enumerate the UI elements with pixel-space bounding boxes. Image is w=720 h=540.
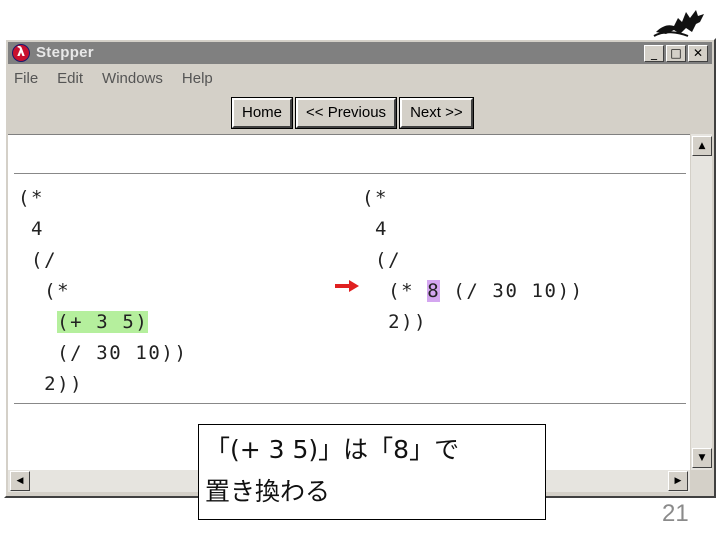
red-right-arrow-icon xyxy=(335,280,359,292)
slide-page-number: 21 xyxy=(662,500,689,527)
scroll-right-icon[interactable]: ▶ xyxy=(668,471,688,491)
next-button[interactable]: Next >> xyxy=(399,97,474,129)
previous-button[interactable]: << Previous xyxy=(295,97,398,129)
before-line-2: 4 xyxy=(18,218,45,240)
top-divider xyxy=(14,173,686,174)
before-line-4: (* xyxy=(18,280,71,302)
after-line-3: (/ xyxy=(362,249,402,271)
caption-line-1: 「(+ 3 5)」は「8」で xyxy=(205,435,460,464)
before-line-7: 2)) xyxy=(18,373,84,395)
scroll-up-icon[interactable]: ▲ xyxy=(692,136,712,156)
minimize-button[interactable]: _ xyxy=(644,45,664,62)
scroll-left-icon[interactable]: ◀ xyxy=(10,471,30,491)
before-line-1: (* xyxy=(18,187,45,209)
dragon-logo-icon xyxy=(653,10,704,37)
window-title: Stepper xyxy=(36,44,94,61)
after-line-2: 4 xyxy=(362,218,389,240)
close-button[interactable]: ✕ xyxy=(688,45,708,62)
vertical-scrollbar[interactable]: ▲ ▼ xyxy=(690,134,712,470)
after-line-1: (* xyxy=(362,187,389,209)
menu-help[interactable]: Help xyxy=(182,70,213,92)
menu-bar: File Edit Windows Help xyxy=(14,70,213,92)
after-line-5: 2)) xyxy=(362,311,428,333)
maximize-button[interactable]: □ xyxy=(666,45,686,62)
after-line-4-suffix: (/ 30 10)) xyxy=(440,280,584,302)
scroll-down-icon[interactable]: ▼ xyxy=(692,448,712,468)
menu-windows[interactable]: Windows xyxy=(102,70,163,92)
home-button[interactable]: Home xyxy=(230,97,294,129)
reducible-highlight: (+ 3 5) xyxy=(57,311,149,333)
caption-box: 「(+ 3 5)」は「8」で 置き換わる xyxy=(198,424,546,520)
bottom-divider xyxy=(14,403,686,404)
resize-grip[interactable] xyxy=(692,472,710,490)
before-highlight-indent xyxy=(18,311,57,333)
result-highlight: 8 xyxy=(427,280,441,302)
lambda-app-icon: λ xyxy=(12,44,30,62)
menu-file[interactable]: File xyxy=(14,70,38,92)
caption-line-2: 置き換わる xyxy=(205,477,331,506)
after-line-4-prefix: (* xyxy=(362,280,428,302)
before-line-6: (/ 30 10)) xyxy=(18,342,188,364)
stepper-nav: Home << Previous Next >> xyxy=(230,97,474,129)
before-expression: (* 4 (/ (* (+ 3 5) (/ 30 10)) 2)) xyxy=(18,183,188,400)
stepper-content-pane: (* 4 (/ (* (+ 3 5) (/ 30 10)) 2)) (* 4 (… xyxy=(8,134,690,470)
menu-edit[interactable]: Edit xyxy=(57,70,83,92)
after-expression: (* 4 (/ (* 8 (/ 30 10)) 2)) xyxy=(362,183,584,338)
before-line-3: (/ xyxy=(18,249,58,271)
title-bar[interactable]: λ Stepper _ □ ✕ xyxy=(8,42,712,64)
